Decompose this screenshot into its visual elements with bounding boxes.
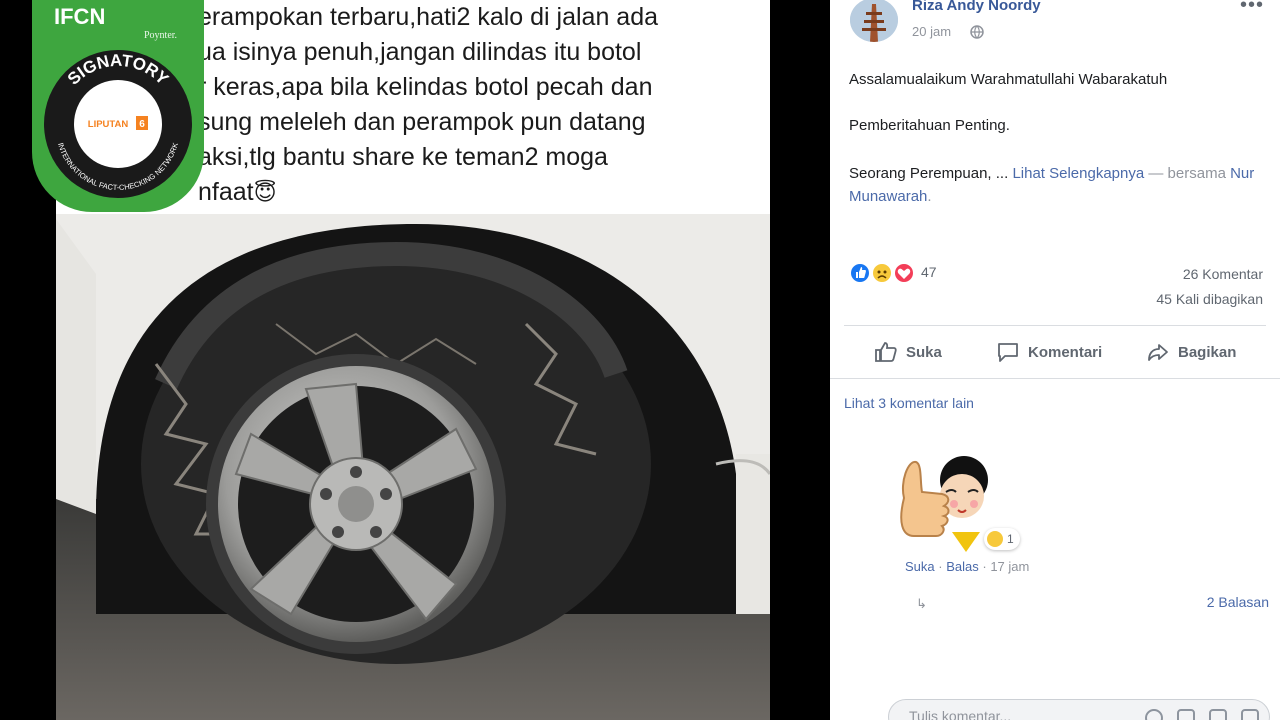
author-avatar[interactable]: [850, 0, 898, 42]
author-name[interactable]: Riza Andy Noordy: [912, 0, 1041, 14]
comment-button[interactable]: Komentari: [996, 338, 1102, 366]
emoji-icon[interactable]: [1145, 709, 1163, 720]
comment-placeholder: Tulis komentar...: [909, 708, 1012, 720]
post-greeting: Assalamualaikum Warahmatullahi Wabarakat…: [849, 71, 1168, 88]
reply-arrow-icon: ↳: [916, 596, 927, 611]
sticker-icon[interactable]: [1241, 709, 1259, 720]
post-teaser: Seorang Perempuan, ... Lihat Selengkapny…: [849, 165, 1255, 205]
comment-count[interactable]: 26 Komentar: [1183, 266, 1263, 282]
comment-actions: Suka · Balas · 17 jam: [905, 559, 1030, 574]
ellipsis-icon[interactable]: •••: [1240, 0, 1264, 17]
ifcn-signatory-badge: IFCN Poynter. SIGNATORY INTERNATIONAL FA…: [32, 0, 204, 212]
see-more-link[interactable]: Lihat Selengkapnya: [1012, 165, 1144, 182]
thumbs-up-icon: [875, 342, 897, 362]
share-count[interactable]: 45 Kali dibagikan: [1156, 291, 1263, 307]
caption-line: nfaat😇: [198, 178, 277, 206]
comment-timestamp[interactable]: 17 jam: [990, 559, 1029, 574]
wow-reaction-icon: [987, 531, 1003, 547]
post-caption: erampokan terbaru,hati2 kalo di jalan ad…: [198, 0, 768, 210]
comment-like-link[interactable]: Suka: [905, 559, 935, 574]
angel-emoji: 😇: [253, 180, 277, 205]
share-icon: [1148, 344, 1168, 361]
caption-line: r keras,apa bila kelindas botol pecah da…: [198, 73, 653, 101]
ifcn-logo: IFCN: [54, 4, 106, 29]
poynter-logo: Poynter.: [144, 30, 178, 41]
view-more-comments-link[interactable]: Lihat 3 komentar lain: [844, 395, 974, 411]
damaged-tire-photo: [56, 214, 770, 720]
divider: [830, 378, 1280, 379]
facebook-post-panel: Riza Andy Noordy 20 jam ••• Assalamualai…: [830, 0, 1280, 720]
divider: [844, 325, 1266, 326]
sad-reaction-icon: [871, 262, 893, 284]
caption-line: ua isinya penuh,jangan dilindas itu boto…: [198, 38, 642, 66]
comment-reply-link[interactable]: Balas: [946, 559, 979, 574]
svg-text:6: 6: [139, 119, 145, 130]
svg-text:LIPUTAN: LIPUTAN: [88, 119, 129, 130]
caption-line: sung meleleh dan perampok pun datang: [198, 108, 646, 136]
caption-line: erampokan terbaru,hati2 kalo di jalan ad…: [198, 3, 659, 31]
reaction-count[interactable]: 47: [921, 264, 937, 280]
love-reaction-icon: [893, 262, 915, 284]
globe-icon: [970, 25, 984, 39]
thumbs-up-sticker: [900, 456, 988, 552]
comment-box-icons: [1145, 709, 1259, 720]
like-reaction-icon: [849, 262, 871, 284]
comment-input[interactable]: Tulis komentar...: [888, 699, 1270, 720]
camera-icon[interactable]: [1177, 709, 1195, 720]
comment-reaction-badge[interactable]: 1: [984, 528, 1020, 550]
caption-line: aksi,tlg bantu share ke teman2 moga: [198, 143, 608, 171]
like-button[interactable]: Suka: [874, 338, 942, 366]
share-button[interactable]: Bagikan: [1146, 338, 1236, 366]
gif-icon[interactable]: [1209, 709, 1227, 720]
signatory-seal: SIGNATORY INTERNATIONAL FACT-CHECKING NE…: [44, 50, 192, 198]
comment-icon: [998, 343, 1018, 362]
post-timestamp[interactable]: 20 jam: [912, 24, 951, 39]
view-replies-link[interactable]: 2 Balasan: [1207, 594, 1269, 610]
post-heading: Pemberitahuan Penting.: [849, 117, 1010, 134]
